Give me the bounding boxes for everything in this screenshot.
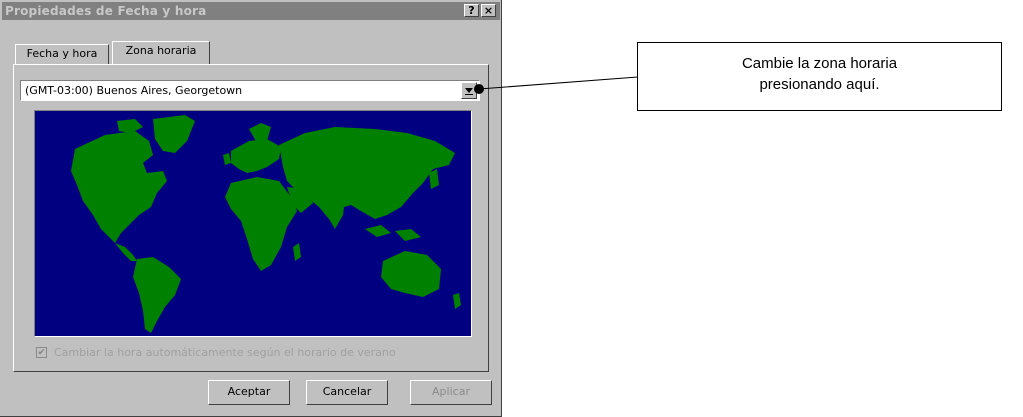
callout-dot	[474, 84, 484, 94]
callout-connector	[474, 76, 639, 94]
callout-line	[478, 76, 639, 90]
